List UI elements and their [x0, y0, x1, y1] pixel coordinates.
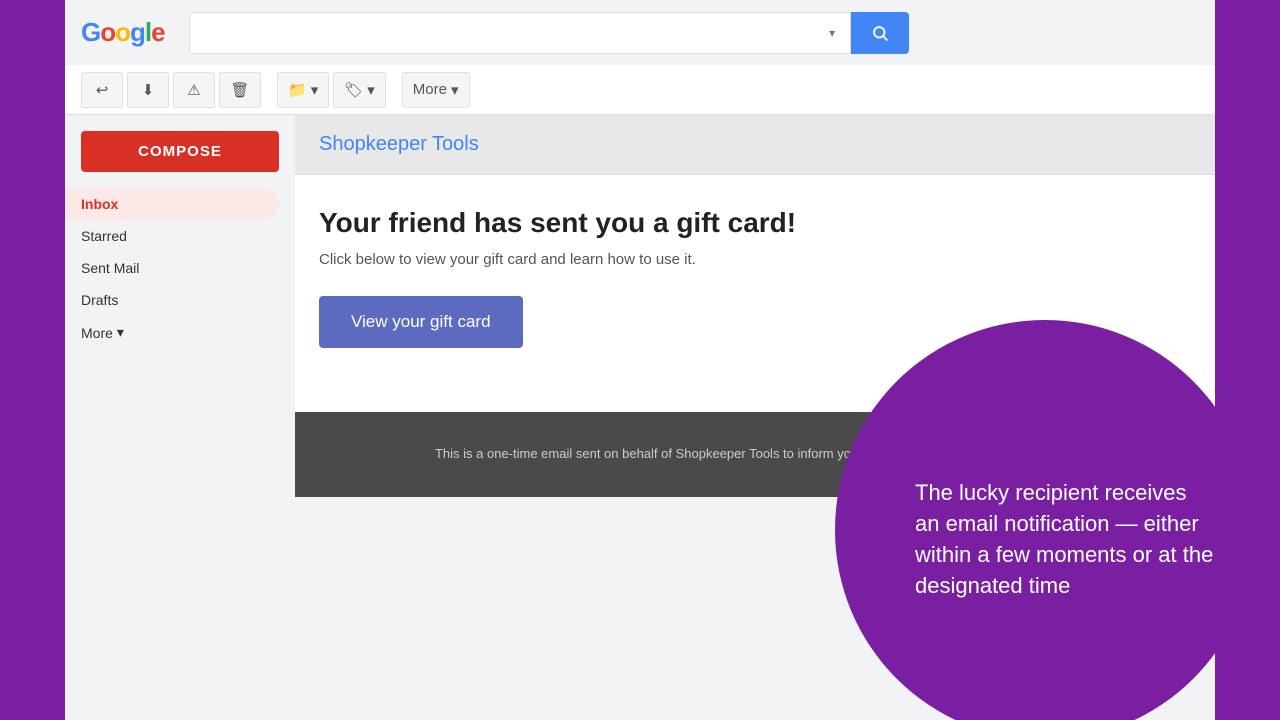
bg-left: [0, 0, 65, 720]
folder-dropdown-icon: ▾: [311, 81, 319, 99]
sidebar-item-starred[interactable]: Starred: [65, 220, 279, 252]
more-nav-chevron-icon: ▾: [117, 324, 124, 341]
search-dropdown-btn[interactable]: ▾: [815, 12, 851, 54]
inbox-label: Inbox: [81, 196, 118, 212]
sidebar-item-sent[interactable]: Sent Mail: [65, 252, 279, 284]
toolbar: ↩ ⬇ ⚠ 🗑 📁 ▾ 🏷 ▾ More ▾: [65, 65, 1215, 115]
bg-right: [1215, 0, 1280, 720]
archive-button[interactable]: ⬇: [127, 72, 169, 108]
starred-label: Starred: [81, 228, 127, 244]
tag-button[interactable]: 🏷 ▾: [333, 72, 386, 108]
email-subject-bar: Shopkeeper Tools: [295, 115, 1215, 175]
email-subject: Shopkeeper Tools: [319, 133, 1191, 156]
more-label: More: [413, 81, 447, 98]
email-wrapper: Shopkeeper Tools Your friend has sent yo…: [295, 115, 1215, 720]
folder-button[interactable]: 📁 ▾: [277, 72, 329, 108]
sent-label: Sent Mail: [81, 260, 139, 276]
logo-g: G: [81, 17, 100, 48]
google-logo: Google: [81, 17, 165, 48]
search-input[interactable]: [189, 12, 815, 54]
top-bar: Google ▾: [65, 0, 1215, 65]
report-icon: ⚠: [187, 81, 200, 99]
search-button[interactable]: [851, 12, 909, 54]
delete-button[interactable]: 🗑: [219, 72, 261, 108]
sidebar-item-inbox[interactable]: Inbox: [65, 188, 279, 220]
compose-button[interactable]: COMPOSE: [81, 131, 279, 172]
content-area: COMPOSE Inbox Starred Sent Mail Drafts M…: [65, 115, 1215, 720]
search-container: ▾: [189, 12, 909, 54]
logo-e: e: [151, 17, 164, 48]
logo-o1: o: [100, 17, 115, 48]
sidebar: COMPOSE Inbox Starred Sent Mail Drafts M…: [65, 115, 295, 720]
overlay-text: The lucky recipient receives an email no…: [915, 478, 1215, 601]
tag-dropdown-icon: ▾: [367, 81, 375, 99]
report-button[interactable]: ⚠: [173, 72, 215, 108]
view-gift-card-button[interactable]: View your gift card: [319, 296, 523, 348]
logo-o2: o: [115, 17, 130, 48]
reply-button[interactable]: ↩: [81, 72, 123, 108]
more-nav-label: More: [81, 325, 113, 341]
main-container: Google ▾ ↩ ⬇ ⚠ 🗑 📁 ▾: [65, 0, 1215, 720]
logo-g2: g: [130, 17, 145, 48]
folder-icon: 📁: [288, 81, 307, 99]
delete-icon: 🗑: [230, 81, 249, 99]
tag-icon: 🏷: [344, 81, 363, 99]
more-dropdown-icon: ▾: [451, 81, 459, 99]
drafts-label: Drafts: [81, 292, 118, 308]
reply-icon: ↩: [96, 81, 109, 99]
sidebar-item-drafts[interactable]: Drafts: [65, 284, 279, 316]
archive-icon: ⬇: [142, 81, 155, 99]
more-button[interactable]: More ▾: [402, 72, 470, 108]
search-icon: [871, 24, 889, 42]
sidebar-item-more[interactable]: More ▾: [65, 316, 279, 349]
email-subtext: Click below to view your gift card and l…: [319, 251, 1191, 268]
email-headline: Your friend has sent you a gift card!: [319, 207, 1191, 239]
